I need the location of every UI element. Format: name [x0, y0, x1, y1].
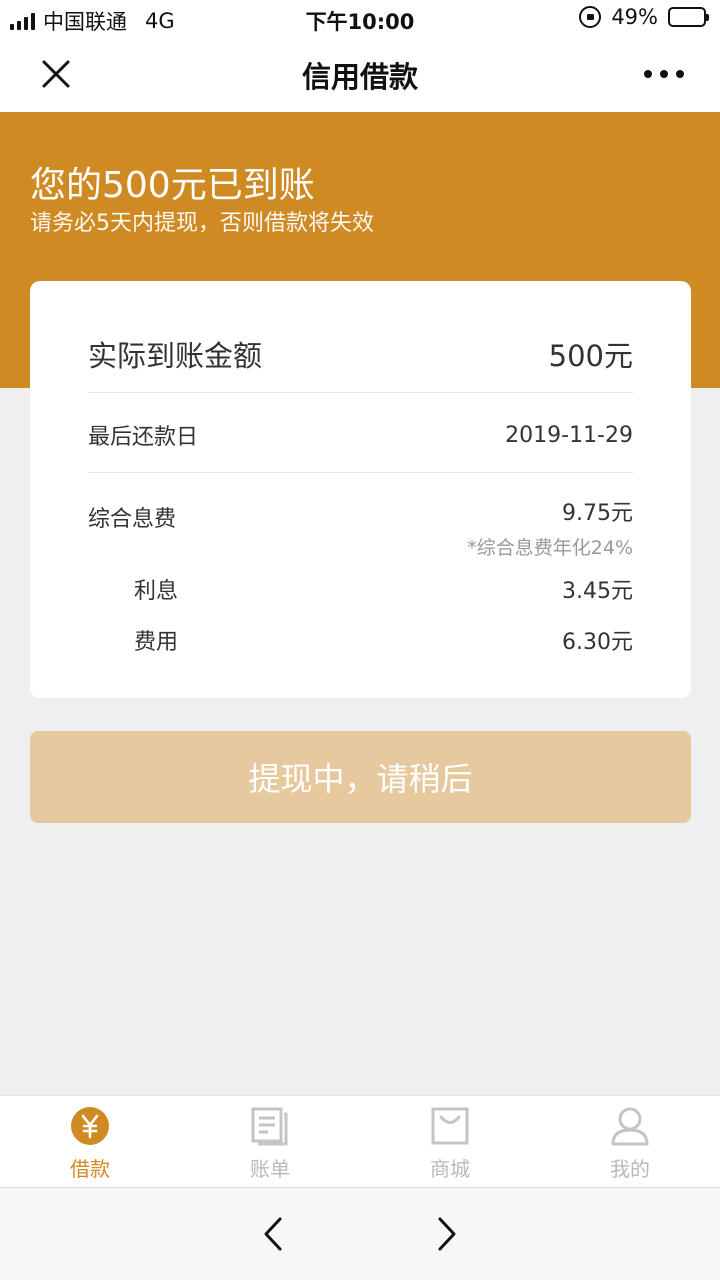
fee-right: 9.75元 *综合息费年化24% [467, 495, 633, 560]
banner-title: 您的500元已到账 [30, 165, 315, 206]
due-date-value: 2019-11-29 [505, 422, 633, 448]
charge-value: 6.30元 [562, 630, 633, 655]
interest-value: 3.45元 [562, 579, 633, 604]
tab-label: 账单 [250, 1157, 290, 1181]
more-dot-icon [676, 70, 684, 78]
fee-row: 综合息费 9.75元 *综合息费年化24% [88, 495, 633, 560]
more-dot-icon [660, 70, 668, 78]
amount-value: 500元 [548, 339, 633, 373]
divider [88, 472, 633, 473]
due-date-label: 最后还款日 [88, 425, 199, 450]
amount-label: 实际到账金额 [88, 339, 263, 373]
banner-subtitle: 请务必5天内提现，否则借款将失效 [30, 211, 374, 236]
browser-toolbar [0, 1187, 720, 1280]
back-button[interactable] [258, 1216, 288, 1252]
bill-icon [251, 1107, 288, 1146]
fee-note: *综合息费年化24% [467, 537, 633, 559]
tab-label: 借款 [70, 1157, 110, 1181]
battery-percent: 49% [611, 5, 658, 29]
tab-bill[interactable]: 账单 [180, 1096, 360, 1187]
tab-loan[interactable]: 借款 [0, 1096, 180, 1187]
due-date-row: 最后还款日 2019-11-29 [88, 419, 633, 451]
yuan-icon [71, 1107, 109, 1145]
withdraw-button[interactable]: 提现中，请稍后 [30, 731, 691, 823]
charge-row: 费用 6.30元 [134, 624, 633, 656]
fee-value: 9.75元 [562, 501, 633, 526]
status-right: 49% [579, 5, 709, 29]
more-dot-icon [644, 70, 652, 78]
loan-detail-card: 实际到账金额 500元 最后还款日 2019-11-29 综合息费 9.75元 … [30, 281, 691, 698]
interest-row: 利息 3.45元 [134, 573, 633, 605]
shop-icon [431, 1107, 469, 1145]
forward-button[interactable] [432, 1216, 462, 1252]
fee-label: 综合息费 [88, 507, 177, 532]
status-bar: 中国联通 4G 下午10:00 49% [0, 0, 720, 36]
tab-bar: 借款 账单 商城 我的 [0, 1095, 720, 1187]
interest-label: 利息 [134, 579, 179, 604]
charge-label: 费用 [134, 630, 179, 655]
tab-label: 商城 [430, 1157, 470, 1181]
tab-mine[interactable]: 我的 [540, 1096, 720, 1187]
rotation-lock-icon [579, 6, 602, 28]
divider [88, 392, 633, 393]
page-title: 信用借款 [301, 60, 418, 94]
chevron-left-icon [264, 1217, 282, 1251]
chevron-right-icon [438, 1217, 456, 1251]
amount-row: 实际到账金额 500元 [88, 333, 633, 375]
more-button[interactable] [644, 62, 684, 86]
user-icon [611, 1107, 649, 1146]
battery-icon [668, 7, 709, 27]
nav-bar: 信用借款 [0, 36, 720, 112]
tab-shop[interactable]: 商城 [360, 1096, 540, 1187]
tab-label: 我的 [610, 1157, 650, 1181]
